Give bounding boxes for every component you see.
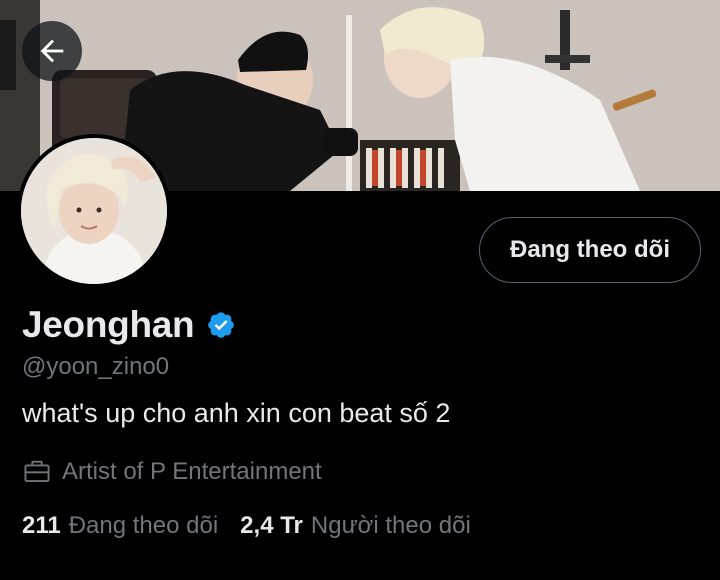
following-stat[interactable]: 211 Đang theo dõi	[22, 512, 218, 540]
profile-category-row: Artist of P Entertainment	[22, 457, 322, 487]
profile-category: Artist of P Entertainment	[62, 458, 322, 485]
verified-badge-icon[interactable]	[206, 310, 236, 340]
avatar-photo	[21, 138, 167, 284]
followers-count: 2,4 Tr	[240, 512, 303, 539]
following-label: Đang theo dõi	[68, 512, 219, 539]
following-button[interactable]: Đang theo dõi	[479, 217, 701, 283]
following-button-label: Đang theo dõi	[510, 236, 670, 263]
profile-bio: what's up cho anh xin con beat số 2	[22, 398, 451, 428]
display-name: Jeonghan	[22, 304, 195, 345]
profile-stats: 211 Đang theo dõi 2,4 Tr Người theo dõi	[22, 512, 471, 540]
profile-name-row: Jeonghan	[22, 304, 236, 346]
following-count: 211	[22, 512, 61, 539]
arrow-left-icon	[40, 39, 64, 63]
briefcase-icon	[24, 460, 50, 482]
followers-stat[interactable]: 2,4 Tr Người theo dõi	[240, 512, 471, 540]
avatar[interactable]	[17, 134, 171, 288]
followers-label: Người theo dõi	[310, 512, 471, 539]
profile-handle: @yoon_zino0	[22, 353, 170, 380]
back-button[interactable]	[22, 21, 82, 81]
